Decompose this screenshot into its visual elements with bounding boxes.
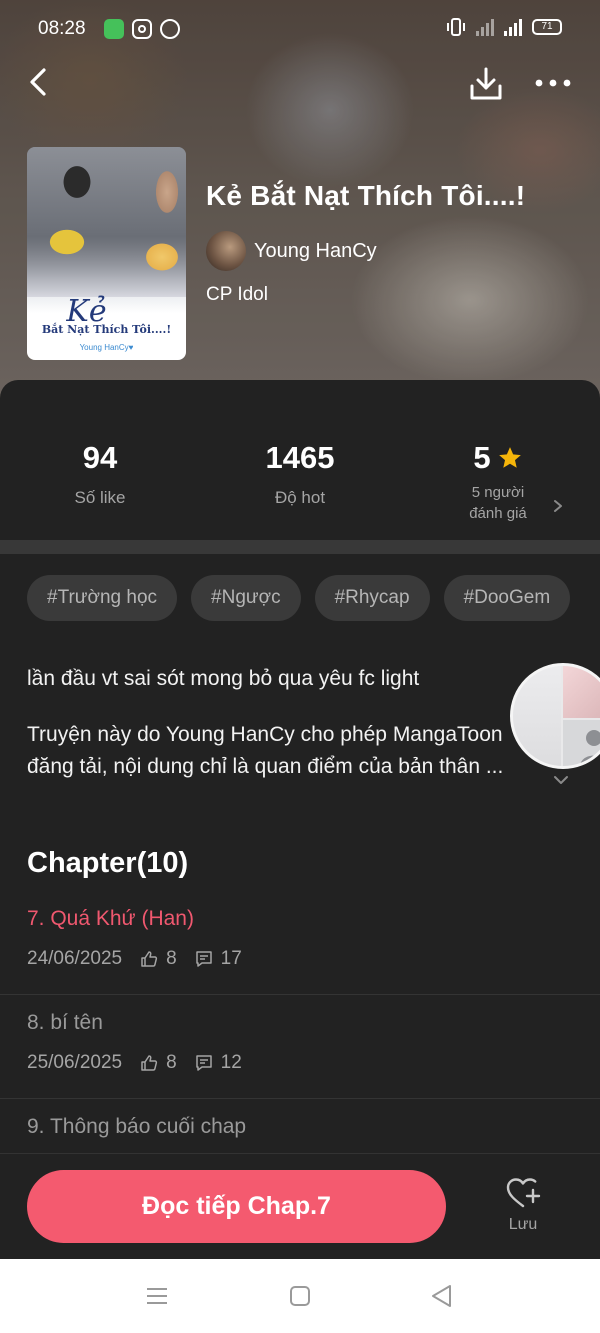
home-square-icon[interactable] (287, 1283, 313, 1309)
continue-reading-button[interactable]: Đọc tiếp Chap.7 (27, 1170, 446, 1243)
story-cover[interactable]: Kẻ Bắt Nạt Thích Tôi....! Young HanCy♥ (27, 147, 186, 360)
comment-icon (195, 1055, 212, 1071)
author-name[interactable]: Young HanCy (254, 240, 377, 263)
chapter-item[interactable]: 7. Quá Khứ (Han) 24/06/2025 8 17 (0, 892, 600, 995)
messenger-icon (160, 19, 180, 39)
save-button[interactable]: Lưu (492, 1176, 554, 1246)
thumb-up-icon (141, 951, 158, 967)
status-time: 08:28 (38, 18, 86, 39)
download-icon[interactable] (466, 64, 506, 104)
stat-likes: 94 Số like (0, 440, 200, 508)
signal-2-icon (504, 18, 522, 36)
story-description[interactable]: lần đầu vt sai sót mong bỏ qua yêu fc li… (27, 663, 557, 783)
tag-chip[interactable]: #DooGem (443, 575, 571, 621)
system-navigation-bar (0, 1259, 600, 1333)
heart-plus-icon (506, 1178, 541, 1208)
cover-photo (27, 147, 186, 297)
stat-hot: 1465 Độ hot (200, 440, 400, 508)
chapter-item[interactable]: 8. bí tên 25/06/2025 8 12 (0, 996, 600, 1099)
star-icon (498, 447, 521, 468)
rating-label-line1: 5 người (471, 484, 525, 501)
tag-chip[interactable]: #Trường học (27, 575, 178, 621)
status-notification-icons (104, 19, 180, 39)
rating-value: 5 (473, 440, 491, 475)
chapter-likes: 8 (166, 948, 177, 969)
cover-title: Kẻ Bắt Nạt Thích Tôi....! (27, 297, 186, 337)
floating-chat-bubble[interactable] (510, 663, 600, 769)
instagram-icon (132, 19, 152, 39)
back-triangle-icon[interactable] (429, 1283, 455, 1309)
tag-list: #Trường học #Ngược #Rhycap #DooGem (27, 575, 571, 621)
status-system-icons: 71 (446, 18, 562, 36)
chapter-meta: 24/06/2025 8 17 (27, 948, 242, 970)
author-row[interactable]: Young HanCy (206, 231, 377, 271)
battery-indicator: 71 (532, 19, 562, 35)
tag-chip[interactable]: #Rhycap (314, 575, 430, 621)
section-divider (0, 540, 600, 554)
app-notification-icon (104, 19, 124, 39)
stats-row: 94 Số like 1465 Độ hot 5 5 người đánh gi… (0, 380, 600, 540)
hot-label: Độ hot (274, 488, 326, 507)
rating-label: 5 người đánh giá (398, 482, 598, 524)
cover-title-small: Bắt Nạt Thích Tôi....! (41, 323, 172, 336)
menu-icon[interactable] (144, 1283, 170, 1309)
chevron-right-icon[interactable] (552, 498, 564, 514)
likes-value: 94 (82, 440, 118, 475)
chapter-comments: 12 (220, 1052, 242, 1073)
more-icon[interactable] (532, 68, 574, 98)
stat-rating[interactable]: 5 5 người đánh giá (398, 440, 598, 524)
description-line-3: đăng tải, nội dung chỉ là quan điểm của … (27, 755, 504, 778)
chapter-date: 24/06/2025 (27, 948, 123, 969)
chapter-likes: 8 (166, 1052, 177, 1073)
story-category: CP Idol (206, 284, 268, 305)
hot-value: 1465 (265, 440, 335, 475)
top-bar (0, 60, 600, 106)
chevron-down-icon[interactable] (552, 774, 570, 786)
bottom-action-bar: Đọc tiếp Chap.7 Lưu (0, 1153, 600, 1259)
save-label: Lưu (508, 1216, 538, 1233)
chapter-comments: 17 (220, 948, 242, 969)
story-title: Kẻ Bắt Nạt Thích Tôi....! (206, 180, 526, 211)
vibrate-icon (447, 18, 465, 36)
rating-value-row: 5 (398, 440, 598, 476)
tag-chip[interactable]: #Ngược (191, 575, 301, 621)
cover-author: Young HanCy♥ (79, 343, 134, 352)
description-line-1: lần đầu vt sai sót mong bỏ qua yêu fc li… (27, 667, 420, 690)
comment-icon (195, 951, 212, 967)
rating-label-line2: đánh giá (469, 505, 527, 522)
description-line-2: Truyện này do Young HanCy cho phép Manga… (27, 723, 503, 746)
likes-label: Số like (74, 488, 126, 507)
author-avatar[interactable] (206, 231, 246, 271)
chapter-date: 25/06/2025 (27, 1052, 123, 1073)
person-icon (580, 730, 600, 766)
chapter-title: 9. Thông báo cuối chap (27, 1115, 247, 1138)
back-icon[interactable] (22, 64, 58, 100)
chapter-title: 7. Quá Khứ (Han) (27, 907, 194, 930)
chapters-heading: Chapter(10) (27, 847, 189, 879)
thumb-up-icon (141, 1055, 158, 1071)
signal-1-icon (476, 18, 494, 36)
status-bar: 08:28 71 (0, 0, 600, 60)
chapter-title: 8. bí tên (27, 1011, 103, 1034)
chapter-meta: 25/06/2025 8 12 (27, 1052, 242, 1074)
